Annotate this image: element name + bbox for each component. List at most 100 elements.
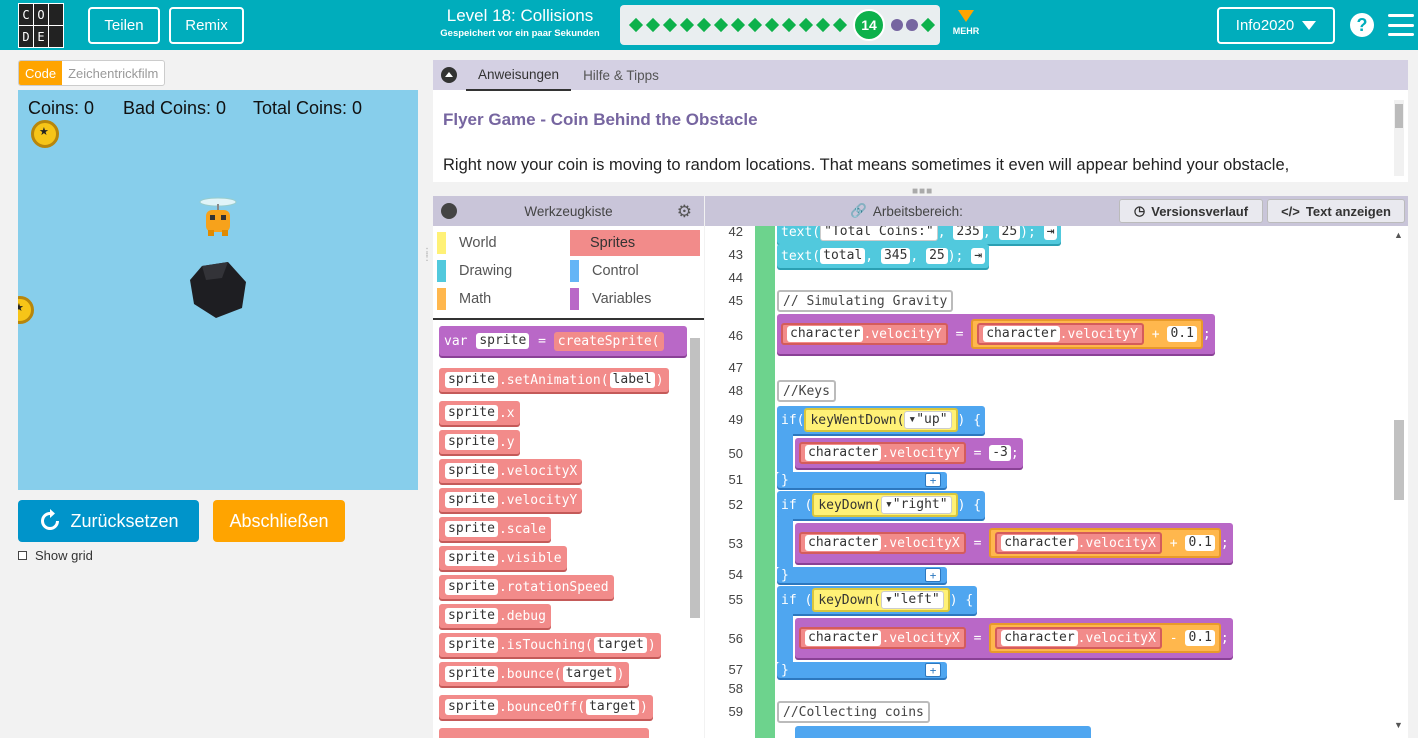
- category-drawing[interactable]: Drawing: [437, 258, 562, 284]
- comment-collecting-coins-block[interactable]: //Collecting coins: [777, 701, 930, 723]
- show-grid-checkbox[interactable]: [18, 551, 27, 560]
- code-org-logo[interactable]: C O D E: [18, 3, 64, 48]
- text-total-coins-label-block[interactable]: text("Total Coins:", 235, 25); ⇥: [777, 226, 1062, 244]
- palette-scrollbar[interactable]: [688, 330, 700, 730]
- workspace-scrollbar[interactable]: ▲ ▼: [1392, 230, 1404, 730]
- reset-icon: [41, 509, 60, 530]
- current-level-bubble[interactable]: 14: [853, 9, 885, 41]
- jump-assignment-block[interactable]: character .velocityY = -3;: [795, 438, 1023, 468]
- level-dot[interactable]: [747, 17, 763, 33]
- sprite-rotation-speed-block[interactable]: sprite .rotationSpeed: [439, 575, 614, 599]
- category-math[interactable]: Math: [437, 286, 562, 312]
- animation-tab[interactable]: Zeichentrickfilm: [62, 61, 164, 85]
- more-levels-button[interactable]: MEHR: [944, 8, 988, 36]
- expand-arrow-icon[interactable]: ⇥: [971, 248, 986, 264]
- help-icon[interactable]: ?: [1350, 13, 1374, 37]
- text-total-value-block[interactable]: text(total, 345, 25); ⇥: [777, 244, 990, 268]
- expand-arrow-icon[interactable]: ⇥: [1043, 226, 1058, 240]
- sprite-bounce-block[interactable]: sprite .bounce(target): [439, 662, 630, 686]
- code-tab[interactable]: Code: [19, 61, 63, 85]
- collapse-instructions-icon[interactable]: [441, 67, 457, 83]
- link-icon: 🔗: [850, 203, 867, 218]
- if-block-end[interactable]: } +: [777, 472, 947, 488]
- gravity-assignment-block[interactable]: character .velocityY = character .velocity…: [777, 314, 1215, 354]
- level-dot[interactable]: [781, 17, 797, 33]
- sprite-scale-block[interactable]: sprite .scale: [439, 517, 551, 541]
- code-workspace[interactable]: 42 43 44 45 46 47 48 49 50 51 52 53 54 5…: [705, 226, 1408, 738]
- tab-instructions[interactable]: Anweisungen: [466, 60, 572, 91]
- comment-keys-block[interactable]: //Keys: [777, 380, 836, 402]
- level-dot[interactable]: [798, 17, 814, 33]
- level-dot[interactable]: [696, 17, 712, 33]
- if-block-end[interactable]: } +: [777, 662, 947, 678]
- collapse-toolbox-icon[interactable]: [441, 203, 457, 219]
- level-dot[interactable]: [645, 17, 661, 33]
- sprite-is-touching-block[interactable]: sprite .isTouching(target): [439, 633, 661, 657]
- level-circle[interactable]: [906, 19, 918, 31]
- comment-gravity-block[interactable]: // Simulating Gravity: [777, 290, 954, 312]
- if-key-right-block[interactable]: if (keyDown(▾"right") {: [777, 491, 986, 519]
- line-number: 46: [728, 328, 743, 343]
- game-stage[interactable]: Coins: 0 Bad Coins: 0 Total Coins: 0: [18, 90, 418, 490]
- sprite-debug-block[interactable]: sprite .debug: [439, 604, 551, 628]
- level-dot[interactable]: [764, 17, 780, 33]
- move-left-assignment-block[interactable]: character .velocityX = character .velocity…: [795, 618, 1233, 658]
- move-right-assignment-block[interactable]: character .velocityX = character .velocity…: [795, 523, 1233, 563]
- if-key-up-block[interactable]: if(keyWentDown(▾"up") {: [777, 406, 986, 434]
- tab-hints[interactable]: Hilfe & Tipps: [571, 61, 671, 90]
- add-else-button[interactable]: +: [925, 663, 941, 677]
- account-menu[interactable]: Info2020: [1217, 7, 1335, 44]
- set-animation-block[interactable]: sprite .setAnimation(label): [439, 368, 669, 392]
- logo-spacer: [49, 26, 63, 47]
- up-dropdown[interactable]: ▾"up": [904, 411, 952, 429]
- sprite-block-partial[interactable]: [439, 728, 649, 738]
- add-else-button[interactable]: +: [925, 473, 941, 487]
- reset-label: Zurücksetzen: [70, 510, 179, 531]
- sprite-x-block[interactable]: sprite .x: [439, 401, 520, 425]
- scroll-up-icon[interactable]: ▲: [1394, 230, 1403, 240]
- reset-button[interactable]: Zurücksetzen: [18, 500, 199, 542]
- if-key-left-block[interactable]: if (keyDown(▾"left") {: [777, 586, 978, 614]
- logo-spacer: [49, 4, 63, 25]
- level-circle[interactable]: [891, 19, 903, 31]
- sprite-bounce-off-block[interactable]: sprite .bounceOff(target): [439, 695, 653, 719]
- left-dropdown[interactable]: ▾"left": [880, 591, 944, 609]
- show-grid-toggle[interactable]: Show grid: [18, 548, 93, 563]
- sprite-velocity-y-block[interactable]: sprite .velocityY: [439, 488, 583, 512]
- scroll-down-icon[interactable]: ▼: [1394, 720, 1403, 730]
- level-progress-bar: 14: [620, 5, 940, 45]
- hamburger-menu-icon[interactable]: [1388, 14, 1414, 36]
- partial-block[interactable]: [795, 726, 1091, 738]
- finish-button[interactable]: Abschließen: [213, 500, 345, 542]
- show-text-button[interactable]: </> Text anzeigen: [1267, 199, 1405, 223]
- sprite-velocity-x-block[interactable]: sprite .velocityX: [439, 459, 583, 483]
- remix-button[interactable]: Remix: [169, 7, 244, 44]
- panel-resize-handle[interactable]: ⋮ ⋮: [422, 248, 432, 270]
- line-number: 49: [728, 412, 743, 427]
- category-sprites[interactable]: Sprites: [570, 230, 700, 256]
- add-else-button[interactable]: +: [925, 568, 941, 582]
- instructions-scrollbar[interactable]: [1394, 100, 1404, 176]
- sprite-y-block[interactable]: sprite .y: [439, 430, 520, 454]
- coins-counter: Coins: 0: [28, 98, 95, 118]
- line-number: 48: [728, 383, 743, 398]
- version-history-button[interactable]: ◷ Versionsverlauf: [1119, 199, 1263, 223]
- category-control[interactable]: Control: [570, 258, 700, 284]
- level-dot[interactable]: [662, 17, 678, 33]
- level-dot[interactable]: [713, 17, 729, 33]
- line-number: 57: [728, 662, 743, 677]
- category-variables[interactable]: Variables: [570, 286, 700, 312]
- level-dot[interactable]: [815, 17, 831, 33]
- gear-icon[interactable]: ⚙: [677, 202, 692, 222]
- level-dot[interactable]: [628, 17, 644, 33]
- level-dot[interactable]: [832, 17, 848, 33]
- level-dot[interactable]: [679, 17, 695, 33]
- category-world[interactable]: World: [437, 230, 562, 256]
- if-block-end[interactable]: } +: [777, 567, 947, 583]
- sprite-visible-block[interactable]: sprite .visible: [439, 546, 567, 570]
- level-dot[interactable]: [920, 17, 936, 33]
- level-dot[interactable]: [730, 17, 746, 33]
- right-dropdown[interactable]: ▾"right": [880, 496, 952, 514]
- var-create-sprite-block[interactable]: var sprite = createSprite(: [439, 326, 687, 356]
- share-button[interactable]: Teilen: [88, 7, 160, 44]
